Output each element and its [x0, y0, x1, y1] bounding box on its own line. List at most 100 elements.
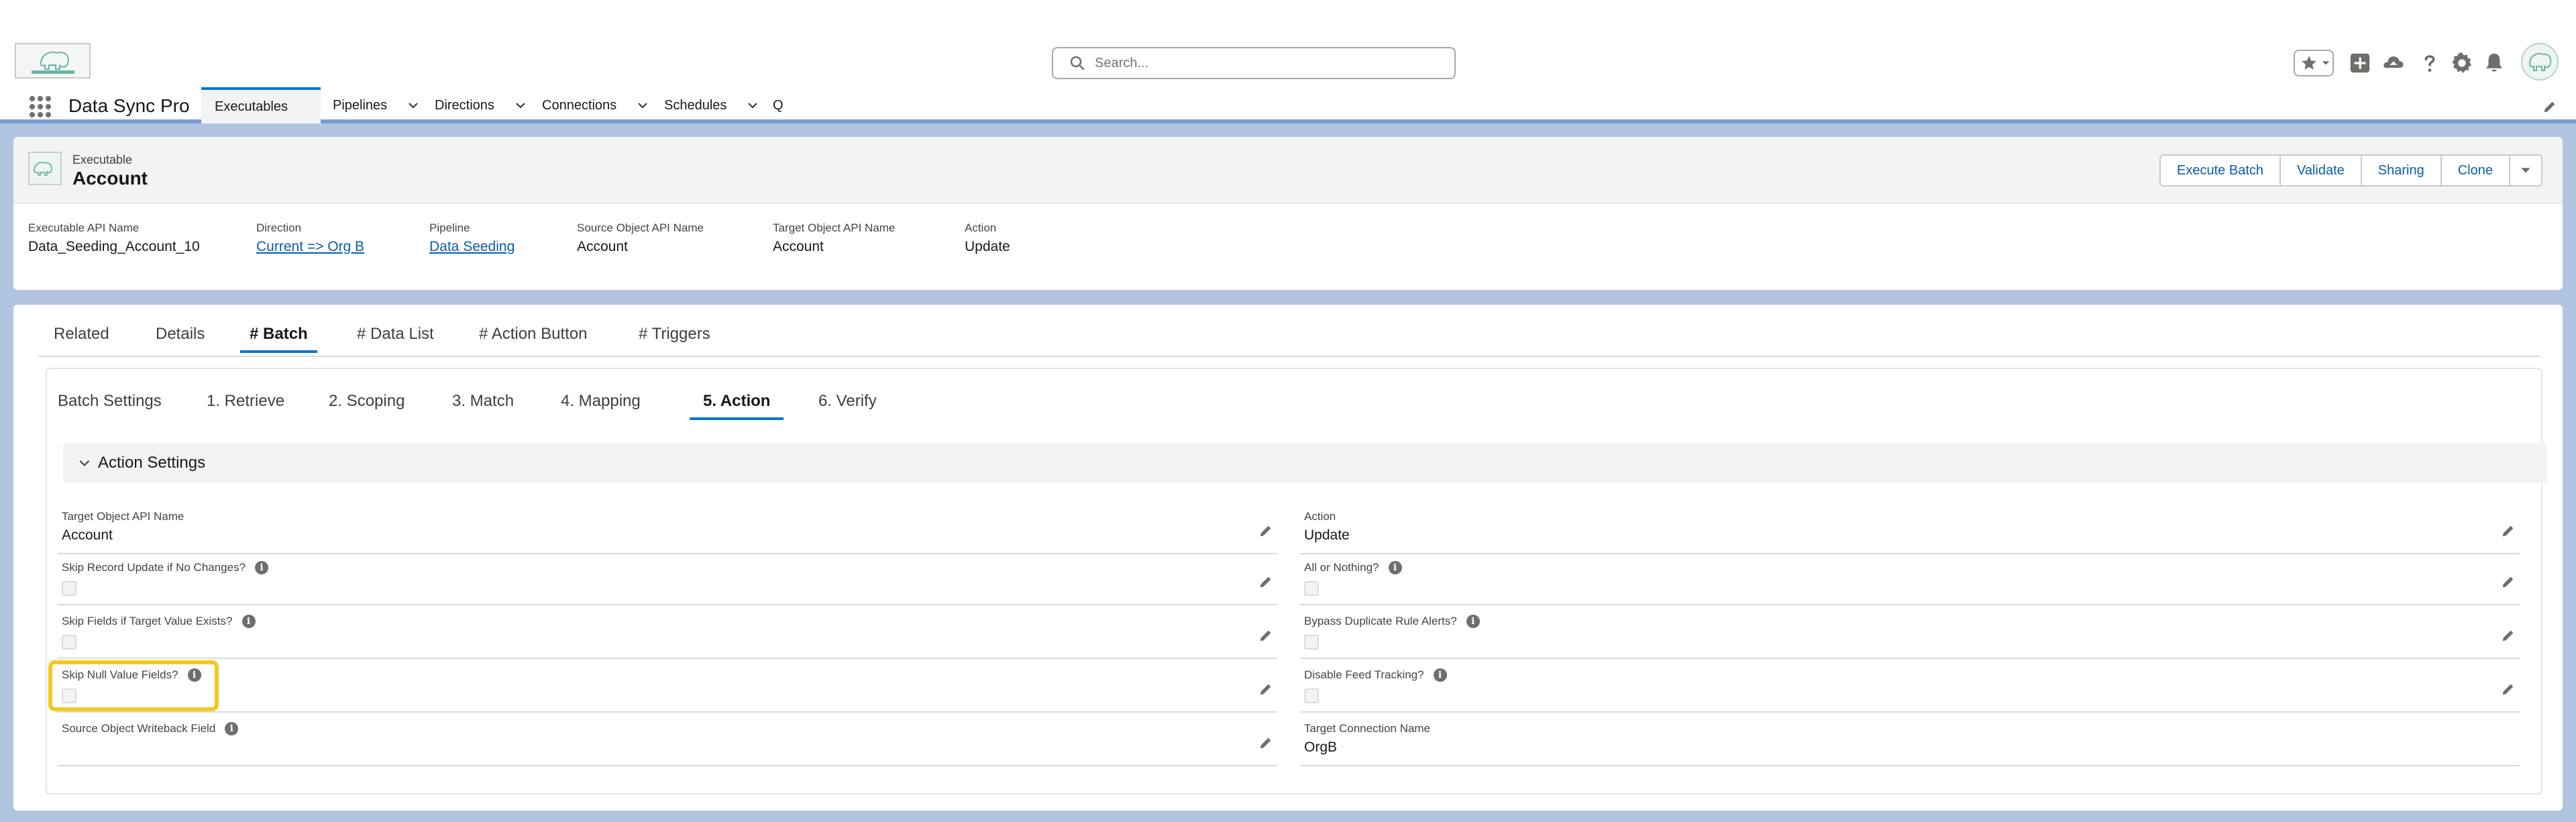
nav-item-directions[interactable]: Directions: [421, 87, 540, 123]
info-icon[interactable]: i: [255, 561, 269, 574]
record-action-buttons: Execute Batch Validate Sharing Clone: [2159, 154, 2542, 187]
edit-pencil-icon[interactable]: [1258, 682, 1273, 697]
edit-nav-pencil-icon[interactable]: [2542, 99, 2557, 114]
nav-item-executables[interactable]: Executables: [201, 87, 321, 123]
nav-item-connections[interactable]: Connections: [529, 87, 662, 123]
nav-item-label: Connections: [542, 97, 617, 113]
section-title: Action Settings: [98, 454, 206, 472]
more-actions-button[interactable]: [2510, 156, 2541, 185]
favorites-button[interactable]: [2294, 50, 2334, 76]
edit-pencil-icon[interactable]: [2501, 574, 2516, 589]
field-target-connection-name: Target Connection Name OrgB: [1300, 715, 2520, 766]
subtab-verify[interactable]: 6. Verify: [818, 392, 877, 417]
tab-action-button[interactable]: # Action Button: [479, 325, 587, 350]
chevron-down-icon[interactable]: [407, 99, 419, 111]
record-header: Executable Account Execute Batch Validat…: [13, 137, 2563, 290]
edit-pencil-icon[interactable]: [2501, 628, 2516, 643]
validate-button[interactable]: Validate: [2281, 156, 2362, 185]
app-name: Data Sync Pro: [68, 95, 190, 116]
subtab-action[interactable]: 5. Action: [690, 392, 784, 420]
pipeline-link[interactable]: Data Seeding: [429, 239, 515, 254]
field-label: Target Connection Name: [1304, 722, 1431, 735]
execute-batch-button[interactable]: Execute Batch: [2161, 156, 2281, 185]
field-label-text: Skip Fields if Target Value Exists?: [62, 615, 233, 627]
all-or-nothing-checkbox[interactable]: [1304, 581, 1319, 596]
nav-item-label: Pipelines: [333, 97, 388, 113]
field-all-or-nothing: All or Nothing? i: [1300, 554, 2520, 605]
field-label: Skip Fields if Target Value Exists? i: [62, 615, 256, 628]
highlight-pipeline: Pipeline Data Seeding: [429, 221, 515, 255]
subtab-match[interactable]: 3. Match: [452, 392, 514, 417]
search-icon: [1070, 56, 1085, 70]
highlight-label: Target Object API Name: [773, 221, 896, 234]
sharing-button[interactable]: Sharing: [2361, 156, 2442, 185]
global-header: Search...: [0, 0, 2576, 92]
tab-details[interactable]: Details: [156, 325, 205, 350]
action-settings-section-toggle[interactable]: Action Settings: [63, 443, 2546, 483]
nav-item-pipelines[interactable]: Pipelines: [319, 87, 433, 123]
field-label-text: Skip Null Value Fields?: [62, 668, 178, 681]
clone-button[interactable]: Clone: [2441, 156, 2510, 185]
field-label-text: Source Object Writeback Field: [62, 722, 216, 735]
notifications-button[interactable]: [2482, 46, 2506, 81]
trailhead-icon: [2383, 56, 2404, 68]
global-actions-button[interactable]: [2347, 46, 2373, 81]
record-name: Account: [72, 168, 148, 189]
chevron-down-icon: [2322, 61, 2330, 65]
user-avatar[interactable]: [2521, 43, 2559, 81]
nav-item-schedules[interactable]: Schedules: [651, 87, 772, 123]
info-icon[interactable]: i: [1388, 561, 1402, 574]
setup-button[interactable]: [2450, 46, 2474, 81]
elephant-icon: [34, 162, 52, 176]
chevron-down-icon: [79, 460, 90, 466]
skip-record-update-checkbox[interactable]: [62, 581, 76, 596]
app-launcher-icon[interactable]: [30, 96, 51, 117]
subtab-batch-settings[interactable]: Batch Settings: [58, 392, 162, 417]
org-logo[interactable]: [15, 43, 91, 79]
highlight-direction: Direction Current => Org B: [256, 221, 364, 255]
direction-link[interactable]: Current => Org B: [256, 239, 364, 254]
field-bypass-duplicate-rule-alerts: Bypass Duplicate Rule Alerts? i: [1300, 608, 2520, 659]
chevron-down-icon: [2521, 168, 2530, 173]
tab-data-list[interactable]: # Data List: [357, 325, 434, 350]
edit-pencil-icon[interactable]: [1258, 735, 1273, 750]
global-search-input[interactable]: Search...: [1052, 47, 1456, 79]
bypass-duplicate-checkbox[interactable]: [1304, 635, 1319, 650]
tab-related[interactable]: Related: [54, 325, 109, 350]
record-tabs: Related Details # Batch # Data List # Ac…: [39, 305, 2541, 357]
highlight-target-object: Target Object API Name Account: [773, 221, 895, 255]
info-icon[interactable]: i: [241, 615, 256, 628]
field-value: Update: [1304, 527, 1350, 543]
info-icon[interactable]: i: [1466, 615, 1480, 628]
edit-pencil-icon[interactable]: [1258, 574, 1273, 589]
subtab-mapping[interactable]: 4. Mapping: [561, 392, 641, 417]
subtab-scoping[interactable]: 2. Scoping: [329, 392, 405, 417]
highlight-label: Executable API Name: [28, 221, 140, 234]
field-label: Bypass Duplicate Rule Alerts? i: [1304, 615, 1480, 628]
edit-pencil-icon[interactable]: [1258, 628, 1273, 643]
skip-fields-checkbox[interactable]: [62, 635, 76, 650]
highlight-label: Pipeline: [429, 221, 470, 234]
help-button[interactable]: [2418, 46, 2442, 81]
tab-triggers[interactable]: # Triggers: [639, 325, 710, 350]
info-icon[interactable]: i: [1433, 668, 1447, 682]
info-icon[interactable]: i: [187, 668, 201, 682]
edit-pencil-icon[interactable]: [1258, 523, 1273, 538]
trailhead-button[interactable]: [2380, 46, 2407, 81]
edit-pencil-icon[interactable]: [2501, 682, 2516, 697]
info-icon[interactable]: i: [225, 722, 239, 735]
nav-item-q[interactable]: Q: [759, 87, 797, 123]
chevron-down-icon[interactable]: [515, 99, 527, 111]
disable-feed-tracking-checkbox[interactable]: [1304, 688, 1319, 703]
tab-batch[interactable]: # Batch: [240, 325, 317, 353]
field-label: Skip Record Update if No Changes? i: [62, 561, 269, 574]
field-label: Source Object Writeback Field i: [62, 722, 239, 735]
skip-null-value-checkbox[interactable]: [62, 688, 76, 703]
field-label: Action: [1304, 510, 1336, 523]
field-label: All or Nothing? i: [1304, 561, 1402, 574]
chevron-down-icon[interactable]: [747, 99, 759, 111]
edit-pencil-icon[interactable]: [2501, 523, 2516, 538]
subtab-retrieve[interactable]: 1. Retrieve: [207, 392, 284, 417]
chevron-down-icon[interactable]: [637, 99, 649, 111]
field-skip-fields-if-target-exists: Skip Fields if Target Value Exists? i: [58, 608, 1277, 659]
